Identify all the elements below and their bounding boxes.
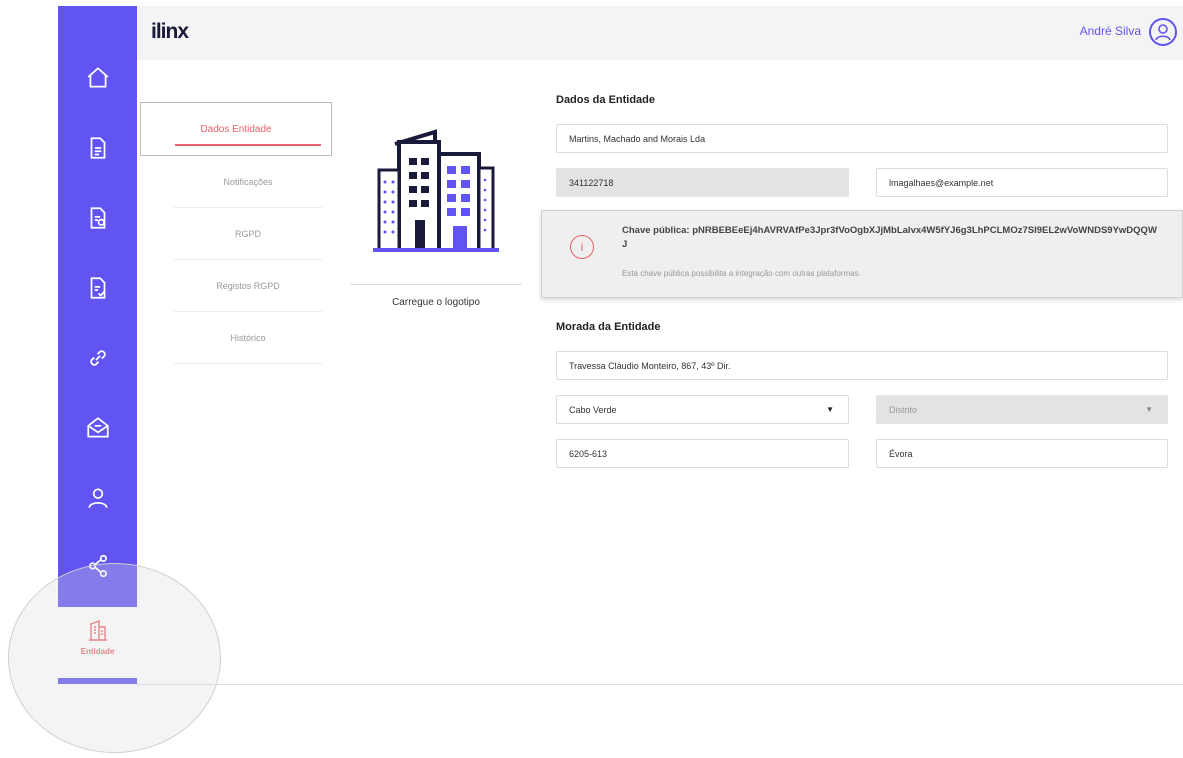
building-illustration-icon [373, 129, 499, 252]
chevron-down-icon: ▼ [1145, 405, 1153, 414]
nav-entity-label: Entidade [80, 647, 115, 656]
entity-tabs: Dados Entidade Notificações RGPD Registo… [140, 102, 332, 364]
email-field[interactable]: lmagalhaes@example.net [876, 168, 1168, 197]
nif-field: 341122718 [556, 168, 849, 197]
document-check-icon [90, 277, 105, 299]
entity-name-field[interactable]: Martins, Machado and Morais Lda [556, 124, 1168, 153]
footer-divider [137, 684, 1183, 685]
mail-icon [86, 417, 109, 438]
nav-home[interactable] [58, 58, 137, 98]
info-icon: i [570, 235, 594, 259]
nav-share[interactable] [58, 546, 137, 586]
entity-section-title: Dados da Entidade [556, 94, 656, 106]
district-select[interactable]: Distrito ▼ [876, 395, 1168, 424]
document-edit-icon [90, 207, 105, 229]
district-placeholder: Distrito [889, 404, 918, 415]
country-select[interactable]: Cabo Verde ▼ [556, 395, 849, 424]
nav-users[interactable] [58, 478, 137, 518]
nav-documents[interactable] [58, 128, 137, 168]
tab-registos-rgpd[interactable]: Registos RGPD [174, 260, 322, 312]
country-value: Cabo Verde [569, 404, 617, 415]
building-icon [88, 619, 107, 641]
street-field[interactable]: Travessa Cláudio Monteiro, 867, 43º Dir. [556, 351, 1168, 380]
nav-mail[interactable] [58, 408, 137, 448]
public-key-text: Chave pública: pNRBEBEeEj4hAVRVAfPe3Jpr3… [622, 225, 1157, 250]
top-header: ilinx André Silva [137, 6, 1183, 60]
nav-links[interactable] [58, 338, 137, 378]
nav-document-check[interactable] [58, 268, 137, 308]
postal-code-field[interactable]: 6205-613 [556, 439, 849, 468]
city-field[interactable]: Évora [876, 439, 1168, 468]
avatar[interactable] [1149, 18, 1177, 46]
tab-dados-entidade[interactable]: Dados Entidade [140, 102, 332, 156]
upload-logo-link[interactable]: Carregue o logotipo [350, 297, 522, 308]
upload-divider [350, 284, 522, 285]
user-icon [87, 488, 108, 509]
chevron-down-icon: ▼ [826, 405, 834, 414]
share-icon [88, 554, 107, 578]
tab-historico[interactable]: Histórico [174, 312, 322, 364]
address-section-title: Morada da Entidade [556, 321, 661, 333]
public-key-box: i Chave pública: pNRBEBEeEj4hAVRVAfPe3Jp… [541, 210, 1183, 298]
document-icon [90, 137, 105, 159]
tab-notificacoes[interactable]: Notificações [174, 156, 322, 208]
nav-document-edit[interactable] [58, 198, 137, 238]
logo-upload-area[interactable]: Carregue o logotipo [350, 110, 522, 308]
active-indicator [58, 678, 137, 684]
user-name[interactable]: André Silva [1080, 24, 1141, 38]
sidebar-nav [58, 6, 137, 607]
home-icon [87, 67, 108, 88]
nav-entity[interactable]: Entidade [58, 607, 137, 685]
tab-rgpd[interactable]: RGPD [174, 208, 322, 260]
link-icon [89, 350, 106, 366]
public-key-note: Esta chave pública possibilita a integra… [622, 269, 861, 278]
user-avatar-icon [1155, 24, 1171, 41]
app-logo: ilinx [151, 20, 189, 43]
